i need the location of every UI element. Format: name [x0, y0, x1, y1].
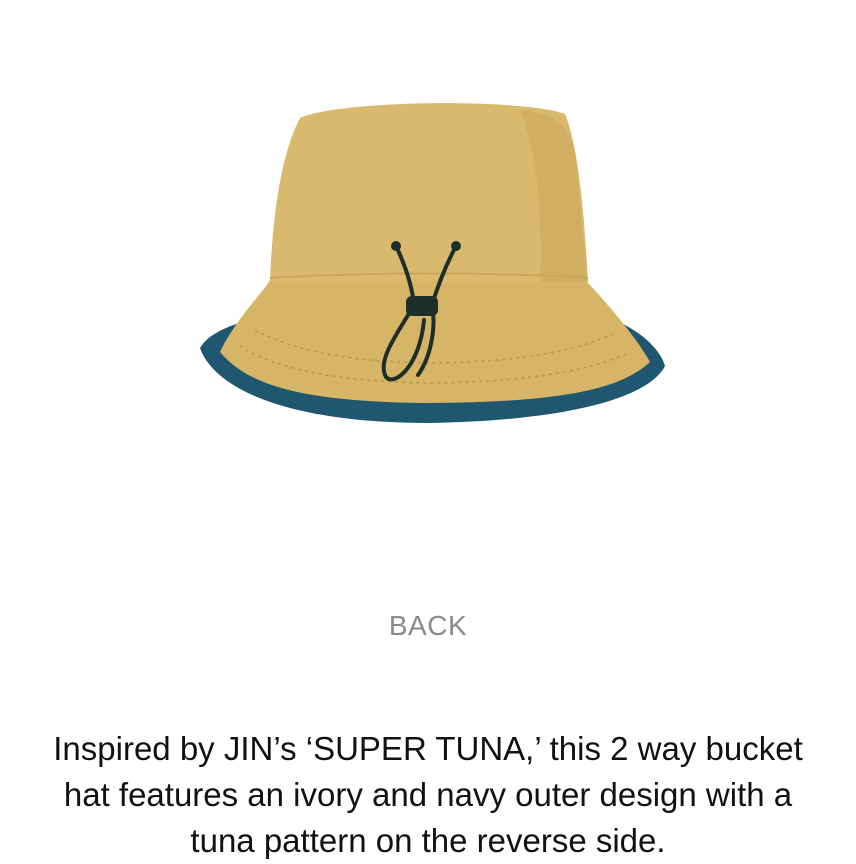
view-label: BACK — [388, 610, 468, 641]
product-image — [180, 90, 680, 440]
cord-stopper — [406, 296, 438, 316]
bucket-hat-icon — [200, 103, 665, 423]
product-description: Inspired by JIN’s ‘SUPER TUNA,’ this 2 w… — [53, 730, 803, 859]
